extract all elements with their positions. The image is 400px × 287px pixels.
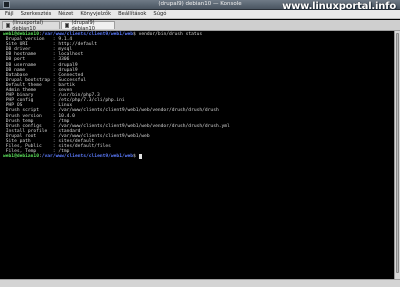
scrollbar-thumb[interactable] xyxy=(396,33,399,273)
tab-label: (linuxportal) debian10 xyxy=(12,19,44,32)
menu-view[interactable]: Nézet xyxy=(58,11,73,17)
menu-edit[interactable]: Szerkesztés xyxy=(21,11,52,17)
text-cursor xyxy=(138,154,142,160)
vertical-scrollbar[interactable] xyxy=(394,31,400,279)
menu-bar: Fájl Szerkesztés Nézet Könyvjelzők Beáll… xyxy=(0,10,400,19)
prompt-path: /var/www/clients/client9/web1/web xyxy=(41,154,134,160)
menu-bookmarks[interactable]: Könyvjelzők xyxy=(80,11,111,17)
terminal-icon xyxy=(65,23,70,28)
prompt-command: $ vendor/bin/drush status xyxy=(133,32,203,37)
terminal-icon xyxy=(6,23,11,28)
menu-settings[interactable]: Beállítások xyxy=(118,11,146,17)
prompt-user: web1@debian10 xyxy=(3,154,39,160)
tab-label: (drupal9) debian10 xyxy=(71,19,95,32)
konsole-window: (drupal9) debian10 — Konsole www.linuxpo… xyxy=(0,0,400,287)
terminal-output[interactable]: web1@debian10:/var/www/clients/client9/w… xyxy=(1,31,393,279)
final-prompt-line: web1@debian10:/var/www/clients/client9/w… xyxy=(3,154,391,160)
tab-bar: (linuxportal) debian10 (drupal9) debian1… xyxy=(0,19,400,32)
menu-file[interactable]: Fájl xyxy=(5,11,14,17)
title-bar[interactable]: (drupal9) debian10 — Konsole www.linuxpo… xyxy=(0,0,400,12)
menu-help[interactable]: Súgó xyxy=(153,11,166,17)
tab-drupal9[interactable]: (drupal9) debian10 xyxy=(61,19,115,32)
tab-linuxportal[interactable]: (linuxportal) debian10 xyxy=(2,19,60,32)
